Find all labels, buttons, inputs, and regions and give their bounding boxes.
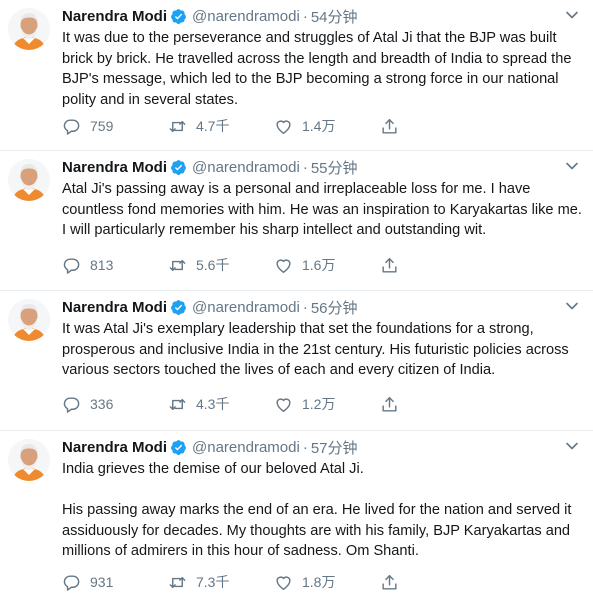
tweet[interactable]: Narendra Modi @narendramodi · 54分钟 It wa… bbox=[0, 0, 593, 151]
share-icon bbox=[382, 574, 397, 590]
author-handle[interactable]: @narendramodi bbox=[192, 8, 300, 25]
like-count: 1.6万 bbox=[302, 257, 336, 273]
tweet[interactable]: Narendra Modi @narendramodi · 55分钟 Atal … bbox=[0, 151, 593, 291]
separator-dot: · bbox=[302, 158, 308, 176]
share-icon bbox=[382, 396, 397, 412]
retweet-icon bbox=[169, 259, 186, 271]
separator-dot: · bbox=[302, 298, 308, 316]
author-handle[interactable]: @narendramodi bbox=[192, 159, 300, 176]
chevron-down-icon[interactable] bbox=[565, 159, 579, 173]
avatar-portrait bbox=[8, 8, 50, 50]
like-button[interactable]: 1.2万 bbox=[274, 393, 380, 415]
retweet-count: 4.7千 bbox=[196, 118, 230, 134]
like-button[interactable]: 1.8万 bbox=[274, 571, 380, 593]
reply-icon bbox=[63, 257, 80, 274]
share-icon bbox=[382, 257, 397, 273]
share-button[interactable] bbox=[380, 115, 410, 137]
reply-icon bbox=[63, 118, 80, 135]
reply-button[interactable]: 759 bbox=[62, 115, 168, 137]
author-handle[interactable]: @narendramodi bbox=[192, 299, 300, 316]
author-name[interactable]: Narendra Modi bbox=[62, 159, 167, 176]
reply-button[interactable]: 931 bbox=[62, 571, 168, 593]
like-button[interactable]: 1.4万 bbox=[274, 115, 380, 137]
tweet-paragraph: His passing away marks the end of an era… bbox=[62, 502, 572, 559]
chevron-down-icon[interactable] bbox=[565, 8, 579, 22]
tweet-actions: 813 5.6千 1.6万 bbox=[62, 254, 410, 276]
like-icon bbox=[276, 397, 291, 412]
verified-badge-icon bbox=[171, 8, 186, 24]
reply-count: 813 bbox=[90, 257, 114, 273]
retweet-count: 7.3千 bbox=[196, 574, 230, 590]
retweet-button[interactable]: 4.3千 bbox=[168, 393, 274, 415]
avatar-portrait bbox=[8, 299, 50, 341]
retweet-button[interactable]: 4.7千 bbox=[168, 115, 274, 137]
avatar[interactable] bbox=[8, 8, 50, 50]
reply-button[interactable]: 336 bbox=[62, 393, 168, 415]
tweet-actions: 336 4.3千 1.2万 bbox=[62, 393, 410, 415]
timestamp[interactable]: 54分钟 bbox=[311, 6, 358, 27]
tweet-actions: 931 7.3千 1.8万 bbox=[62, 571, 410, 593]
tweet-text: India grieves the demise of our beloved … bbox=[62, 459, 582, 562]
tweet-paragraph: India grieves the demise of our beloved … bbox=[62, 461, 364, 477]
retweet-icon bbox=[169, 120, 186, 132]
retweet-button[interactable]: 5.6千 bbox=[168, 254, 274, 276]
timestamp[interactable]: 57分钟 bbox=[311, 437, 358, 458]
tweet-text: Atal Ji's passing away is a personal and… bbox=[62, 179, 582, 241]
tweet-text: It was Atal Ji's exemplary leadership th… bbox=[62, 319, 582, 381]
like-icon bbox=[276, 119, 291, 134]
reply-icon bbox=[63, 574, 80, 591]
chevron-down-icon[interactable] bbox=[565, 439, 579, 453]
author-name[interactable]: Narendra Modi bbox=[62, 8, 167, 25]
like-count: 1.2万 bbox=[302, 396, 336, 412]
tweet-paragraph: It was Atal Ji's exemplary leadership th… bbox=[62, 321, 569, 378]
like-count: 1.8万 bbox=[302, 574, 336, 590]
share-button[interactable] bbox=[380, 393, 410, 415]
retweet-icon bbox=[169, 398, 186, 410]
retweet-icon bbox=[169, 576, 186, 588]
verified-badge-icon bbox=[171, 439, 186, 455]
reply-count: 931 bbox=[90, 574, 114, 590]
tweet-paragraph: It was due to the perseverance and strug… bbox=[62, 30, 572, 108]
avatar-portrait bbox=[8, 439, 50, 481]
verified-badge-icon bbox=[171, 299, 186, 315]
author-name[interactable]: Narendra Modi bbox=[62, 439, 167, 456]
tweet-text: It was due to the perseverance and strug… bbox=[62, 28, 582, 110]
reply-icon bbox=[63, 396, 80, 413]
author-handle[interactable]: @narendramodi bbox=[192, 439, 300, 456]
avatar[interactable] bbox=[8, 159, 50, 201]
retweet-count: 4.3千 bbox=[196, 396, 230, 412]
separator-dot: · bbox=[302, 7, 308, 25]
like-icon bbox=[276, 575, 291, 590]
share-icon bbox=[382, 118, 397, 134]
chevron-down-icon[interactable] bbox=[565, 299, 579, 313]
like-button[interactable]: 1.6万 bbox=[274, 254, 380, 276]
reply-count: 336 bbox=[90, 396, 114, 412]
separator-dot: · bbox=[302, 438, 308, 456]
reply-count: 759 bbox=[90, 118, 114, 134]
avatar-portrait bbox=[8, 159, 50, 201]
like-count: 1.4万 bbox=[302, 118, 336, 134]
tweet[interactable]: Narendra Modi @narendramodi · 57分钟 India… bbox=[0, 431, 593, 606]
reply-button[interactable]: 813 bbox=[62, 254, 168, 276]
share-button[interactable] bbox=[380, 571, 410, 593]
avatar[interactable] bbox=[8, 439, 50, 481]
timestamp[interactable]: 55分钟 bbox=[311, 157, 358, 178]
retweet-count: 5.6千 bbox=[196, 257, 230, 273]
retweet-button[interactable]: 7.3千 bbox=[168, 571, 274, 593]
like-icon bbox=[276, 258, 291, 273]
author-name[interactable]: Narendra Modi bbox=[62, 299, 167, 316]
verified-badge-icon bbox=[171, 159, 186, 175]
avatar[interactable] bbox=[8, 299, 50, 341]
tweet[interactable]: Narendra Modi @narendramodi · 56分钟 It wa… bbox=[0, 291, 593, 431]
tweet-actions: 759 4.7千 1.4万 bbox=[62, 115, 410, 137]
timestamp[interactable]: 56分钟 bbox=[311, 297, 358, 318]
share-button[interactable] bbox=[380, 254, 410, 276]
tweet-paragraph: Atal Ji's passing away is a personal and… bbox=[62, 181, 582, 238]
